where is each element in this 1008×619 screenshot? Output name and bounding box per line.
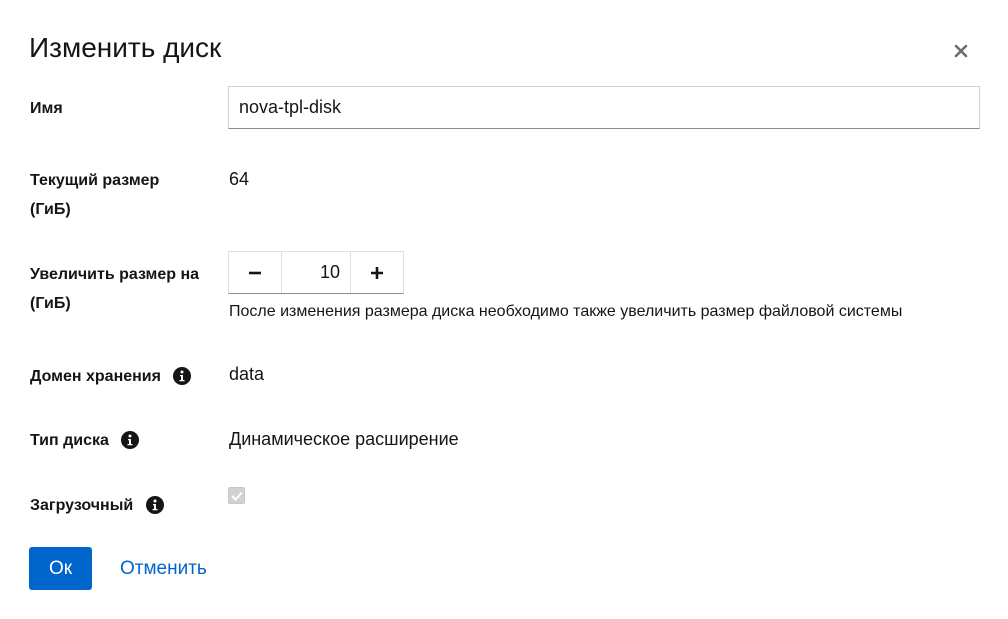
- disk-type-label: Тип диска: [30, 426, 140, 455]
- info-icon[interactable]: [145, 495, 164, 514]
- bootable-label-text: Загрузочный: [30, 497, 134, 514]
- bootable-checkbox[interactable]: [228, 487, 245, 504]
- check-icon: [230, 491, 243, 501]
- close-icon: [954, 44, 968, 58]
- disk-type-label-text: Тип диска: [30, 432, 109, 449]
- edit-disk-dialog: Изменить диск Имя Текущий размер (ГиБ) 6…: [0, 0, 1008, 619]
- cancel-button[interactable]: Отменить: [120, 556, 207, 582]
- storage-domain-label: Домен хранения: [30, 362, 192, 391]
- minus-icon: [249, 271, 261, 274]
- disk-type-value: Динамическое расширение: [229, 429, 459, 449]
- current-size-value: 64: [229, 169, 250, 189]
- extend-size-stepper: 10: [228, 251, 404, 294]
- extend-size-input[interactable]: 10: [281, 252, 351, 293]
- storage-domain-label-text: Домен хранения: [30, 368, 161, 385]
- decrement-button[interactable]: [229, 252, 281, 293]
- current-size-label: Текущий размер (ГиБ): [30, 166, 159, 224]
- name-label: Имя: [30, 100, 63, 117]
- info-icon[interactable]: [121, 430, 140, 449]
- extend-size-label-line2: (ГиБ): [30, 295, 71, 312]
- extend-size-label: Увеличить размер на (ГиБ): [30, 260, 199, 318]
- name-input[interactable]: [228, 86, 980, 129]
- ok-button[interactable]: Ок: [29, 547, 92, 590]
- current-size-label-line2: (ГиБ): [30, 201, 71, 218]
- storage-domain-value: data: [229, 364, 265, 384]
- dialog-title: Изменить диск: [29, 32, 222, 63]
- current-size-label-line1: Текущий размер: [30, 172, 160, 189]
- bootable-label: Загрузочный: [30, 491, 164, 520]
- increment-button[interactable]: [351, 252, 403, 293]
- close-button[interactable]: [950, 40, 972, 62]
- info-icon[interactable]: [173, 366, 192, 385]
- extend-size-label-line1: Увеличить размер на: [30, 266, 200, 283]
- plus-icon: [371, 266, 383, 279]
- extend-size-helper-text: После изменения размера диска необходимо…: [229, 303, 903, 320]
